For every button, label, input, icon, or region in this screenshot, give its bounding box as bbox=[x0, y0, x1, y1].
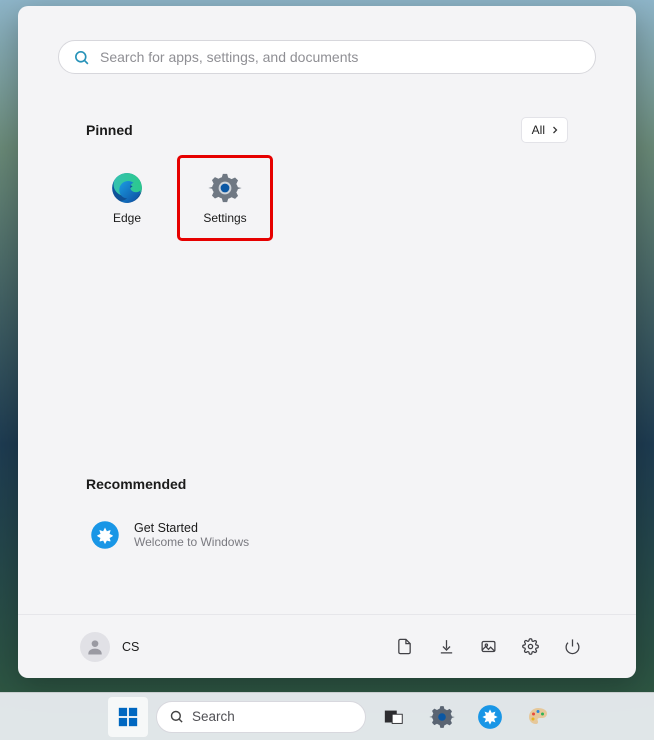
all-apps-label: All bbox=[532, 123, 545, 137]
recommended-section: Recommended Get Started Welcome to Windo… bbox=[18, 472, 636, 552]
user-icon bbox=[85, 637, 105, 657]
recommended-item-get-started[interactable]: Get Started Welcome to Windows bbox=[90, 518, 564, 552]
get-started-icon bbox=[90, 520, 120, 550]
documents-button[interactable] bbox=[392, 635, 416, 659]
download-icon bbox=[438, 638, 455, 655]
settings-icon bbox=[429, 704, 455, 730]
search-input[interactable] bbox=[100, 49, 581, 65]
user-label: CS bbox=[122, 640, 139, 654]
search-container bbox=[18, 6, 636, 74]
recommended-list: Get Started Welcome to Windows bbox=[18, 496, 636, 552]
taskbar-search-label: Search bbox=[192, 709, 235, 724]
user-profile-button[interactable]: CS bbox=[70, 626, 149, 668]
paint-icon bbox=[526, 705, 550, 729]
windows-logo-icon bbox=[117, 706, 139, 728]
search-icon bbox=[169, 709, 184, 724]
downloads-button[interactable] bbox=[434, 635, 458, 659]
picture-icon bbox=[480, 638, 497, 655]
start-menu-panel: Pinned All Edge bbox=[18, 6, 636, 678]
avatar bbox=[80, 632, 110, 662]
chevron-right-icon bbox=[549, 124, 561, 136]
settings-button[interactable] bbox=[518, 635, 542, 659]
search-icon bbox=[73, 49, 90, 66]
recommended-item-texts: Get Started Welcome to Windows bbox=[134, 521, 249, 549]
app-tile-settings[interactable]: Settings bbox=[178, 156, 272, 240]
recommended-item-subtitle: Welcome to Windows bbox=[134, 535, 249, 549]
pinned-title: Pinned bbox=[86, 122, 133, 138]
start-bottom-bar: CS bbox=[18, 614, 636, 678]
system-icons bbox=[392, 635, 584, 659]
recommended-item-title: Get Started bbox=[134, 521, 249, 535]
task-view-button[interactable] bbox=[374, 697, 414, 737]
recommended-header: Recommended bbox=[18, 472, 636, 496]
app-tile-edge[interactable]: Edge bbox=[80, 156, 174, 240]
settings-icon bbox=[208, 171, 242, 205]
pictures-button[interactable] bbox=[476, 635, 500, 659]
gear-icon bbox=[522, 638, 539, 655]
taskbar: Search bbox=[0, 692, 654, 740]
get-started-icon bbox=[477, 704, 503, 730]
power-button[interactable] bbox=[560, 635, 584, 659]
all-apps-button[interactable]: All bbox=[521, 117, 568, 143]
taskbar-app-get-started[interactable] bbox=[470, 697, 510, 737]
power-icon bbox=[564, 638, 581, 655]
app-label: Settings bbox=[203, 211, 246, 225]
taskbar-search[interactable]: Search bbox=[156, 701, 366, 733]
taskbar-app-settings[interactable] bbox=[422, 697, 462, 737]
taskbar-app-paint[interactable] bbox=[518, 697, 558, 737]
search-box[interactable] bbox=[58, 40, 596, 74]
pinned-grid: Edge Settings bbox=[18, 142, 636, 240]
edge-icon bbox=[110, 171, 144, 205]
task-view-icon bbox=[383, 706, 405, 728]
pinned-header: Pinned All bbox=[18, 118, 636, 142]
taskbar-center: Search bbox=[108, 697, 558, 737]
recommended-title: Recommended bbox=[86, 476, 186, 492]
start-button[interactable] bbox=[108, 697, 148, 737]
app-label: Edge bbox=[113, 211, 141, 225]
document-icon bbox=[396, 638, 413, 655]
